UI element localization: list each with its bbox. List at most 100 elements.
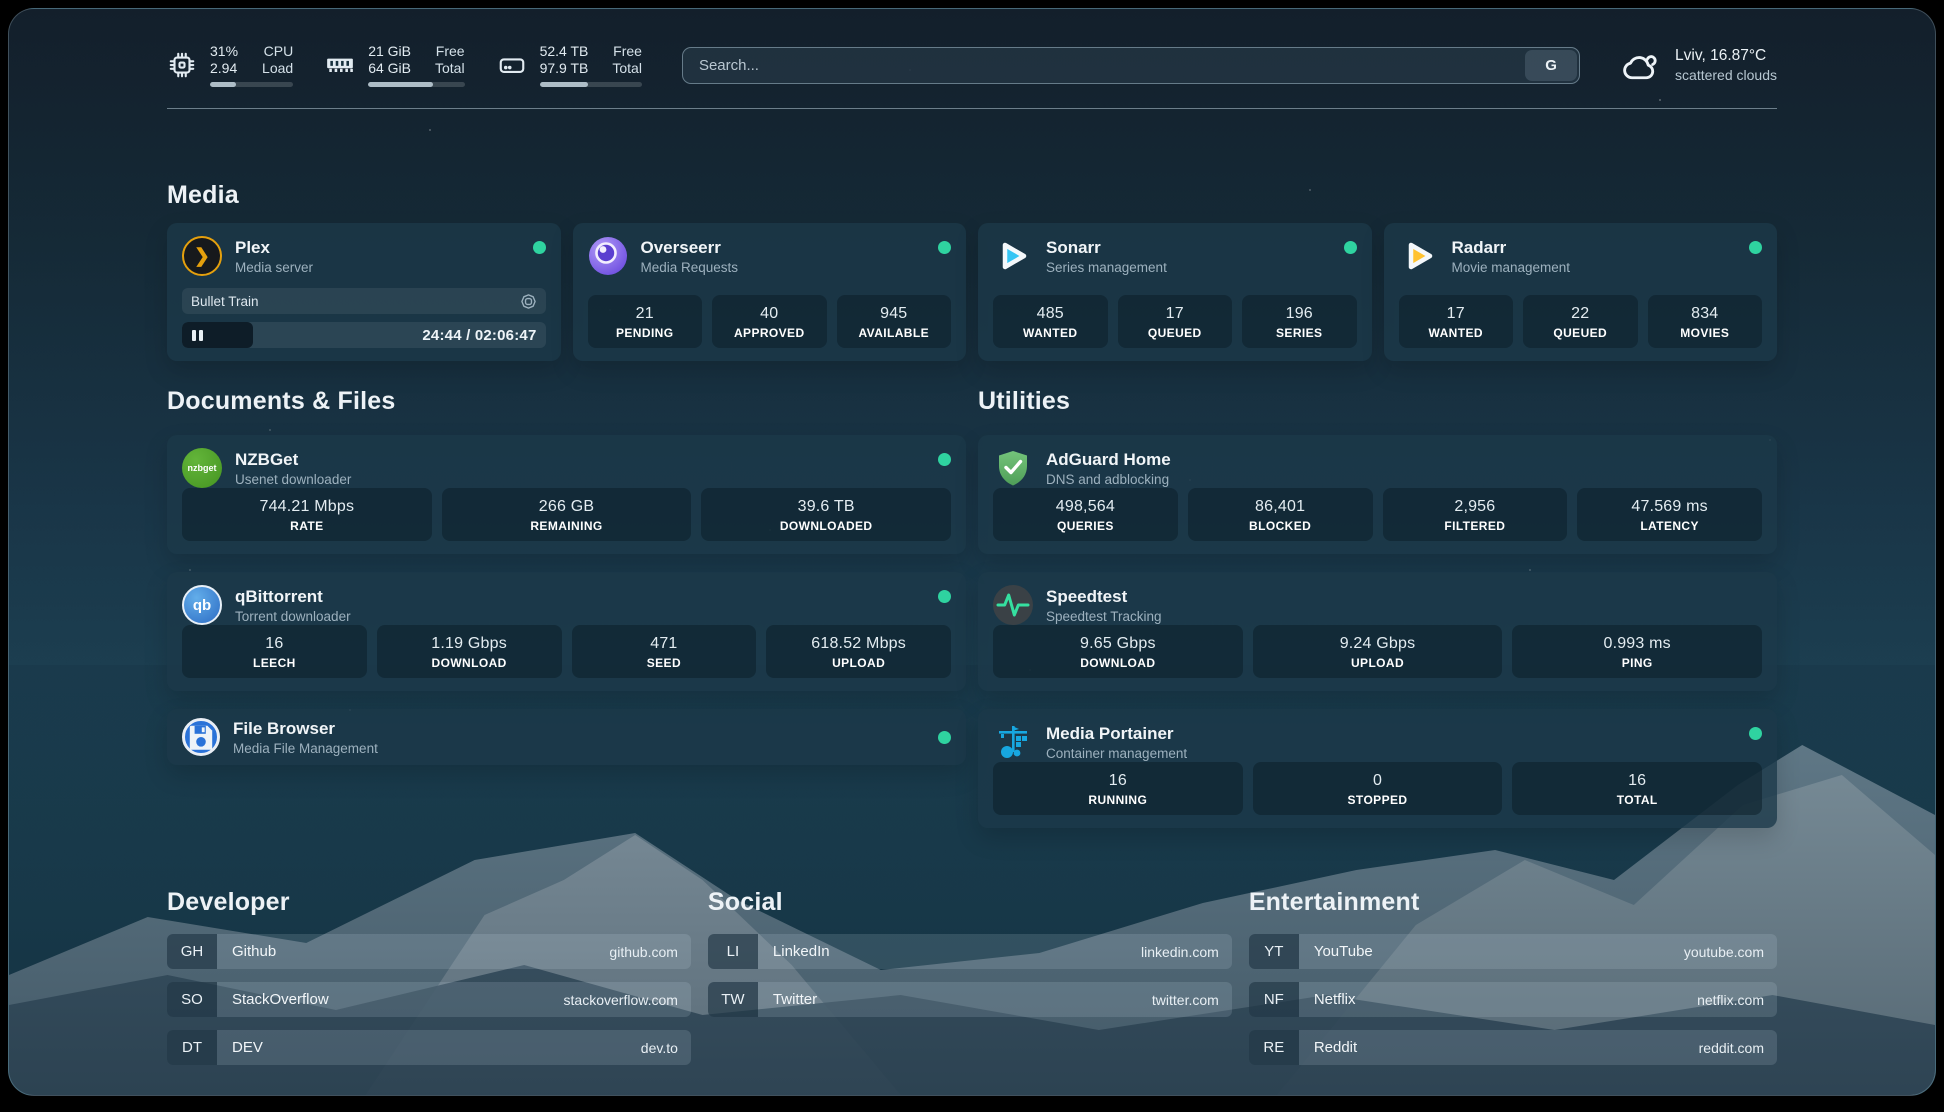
cpu-load-value: 2.94 xyxy=(210,60,238,77)
portainer-icon xyxy=(993,722,1033,762)
bookmarks: Developer GH Github github.com SO StackO… xyxy=(167,888,1777,1065)
memory-total-value: 64 GiB xyxy=(368,60,411,77)
service-card-sonarr[interactable]: Sonarr Series management 485 WANTED 17 Q… xyxy=(978,223,1372,361)
memory-progress-fill xyxy=(368,82,433,87)
memory-free-label: Free xyxy=(435,43,465,60)
bookmark-abbr: SO xyxy=(167,982,217,1017)
stat-total: 16 TOTAL xyxy=(1512,762,1762,815)
service-card-radarr[interactable]: Radarr Movie management 17 WANTED 22 QUE… xyxy=(1384,223,1778,361)
memory-widget: 21 GiB 64 GiB Free Total xyxy=(325,43,464,87)
status-dot xyxy=(938,241,951,254)
status-dot xyxy=(1344,241,1357,254)
memory-total-label: Total xyxy=(435,60,465,77)
bookmark-abbr: RE xyxy=(1249,1030,1299,1065)
bookmark-reddit[interactable]: RE Reddit reddit.com xyxy=(1249,1030,1777,1065)
radarr-icon xyxy=(1399,236,1439,276)
status-dot xyxy=(938,731,951,744)
stat-queued: 22 QUEUED xyxy=(1523,295,1638,348)
stat-available: 945 AVAILABLE xyxy=(837,295,952,348)
section-documents: Documents & Files nzbget NZBGet Usenet d… xyxy=(167,387,966,765)
bookmark-url: github.com xyxy=(609,944,690,960)
service-desc: Torrent downloader xyxy=(235,608,351,625)
stat-download: 1.19 Gbps DOWNLOAD xyxy=(377,625,562,678)
bookmark-dev[interactable]: DT DEV dev.to xyxy=(167,1030,691,1065)
cpu-icon xyxy=(167,50,197,80)
status-dot xyxy=(1749,241,1762,254)
service-desc: Container management xyxy=(1046,745,1187,762)
weather-widget: Lviv, 16.87°C scattered clouds xyxy=(1620,46,1777,84)
bookmark-youtube[interactable]: YT YouTube youtube.com xyxy=(1249,934,1777,969)
pause-icon xyxy=(192,330,203,341)
service-name: NZBGet xyxy=(235,449,351,470)
service-card-portainer[interactable]: Media Portainer Container management 16 … xyxy=(978,709,1777,828)
bookmark-url: twitter.com xyxy=(1152,992,1232,1008)
disk-total-label: Total xyxy=(612,60,642,77)
cloud-icon xyxy=(1620,48,1662,82)
bookmark-netflix[interactable]: NF Netflix netflix.com xyxy=(1249,982,1777,1017)
stat-approved: 40 APPROVED xyxy=(712,295,827,348)
cpu-usage-value: 31% xyxy=(210,43,238,60)
service-card-adguard[interactable]: AdGuard Home DNS and adblocking 498,564 … xyxy=(978,435,1777,554)
stat-remaining: 266 GB REMAINING xyxy=(442,488,692,541)
bookmark-abbr: DT xyxy=(167,1030,217,1065)
stat-ping: 0.993 ms PING xyxy=(1512,625,1762,678)
service-card-overseerr[interactable]: Overseerr Media Requests 21 PENDING 40 A… xyxy=(573,223,967,361)
now-playing-title: Bullet Train xyxy=(191,294,520,309)
bookmark-abbr: TW xyxy=(708,982,758,1017)
stat-upload: 9.24 Gbps UPLOAD xyxy=(1253,625,1503,678)
service-desc: DNS and adblocking xyxy=(1046,471,1171,488)
now-playing-view-icon[interactable] xyxy=(520,293,537,310)
search-input[interactable] xyxy=(682,47,1580,84)
bookmark-abbr: GH xyxy=(167,934,217,969)
bookmark-group-social: Social LI LinkedIn linkedin.com TW Twitt… xyxy=(708,888,1232,1065)
stat-seed: 471 SEED xyxy=(572,625,757,678)
bookmark-group-developer: Developer GH Github github.com SO StackO… xyxy=(167,888,691,1065)
search-bar: G xyxy=(682,47,1580,84)
bookmark-group-title: Developer xyxy=(167,888,691,917)
weather-location-temp: Lviv, 16.87°C xyxy=(1675,46,1777,66)
service-desc: Media File Management xyxy=(233,740,378,757)
search-provider-button[interactable]: G xyxy=(1525,50,1577,81)
bookmark-url: linkedin.com xyxy=(1141,944,1232,960)
speedtest-icon xyxy=(993,585,1033,625)
bookmark-abbr: NF xyxy=(1249,982,1299,1017)
resource-widgets: 31% 2.94 CPU Load xyxy=(167,43,642,87)
disk-free-value: 52.4 TB xyxy=(540,43,589,60)
stat-wanted: 17 WANTED xyxy=(1399,295,1514,348)
service-name: Speedtest xyxy=(1046,586,1162,607)
memory-progress-track xyxy=(368,82,464,87)
stat-downloaded: 39.6 TB DOWNLOADED xyxy=(701,488,951,541)
section-media: Media ❯ Plex Media server Bullet Train xyxy=(167,181,1777,361)
service-desc: Series management xyxy=(1046,259,1167,276)
cpu-usage-label: CPU xyxy=(262,43,293,60)
bookmark-linkedin[interactable]: LI LinkedIn linkedin.com xyxy=(708,934,1232,969)
service-card-filebrowser[interactable]: File Browser Media File Management xyxy=(167,709,966,765)
service-desc: Movie management xyxy=(1452,259,1571,276)
top-bar: 31% 2.94 CPU Load xyxy=(167,43,1777,87)
status-dot xyxy=(938,453,951,466)
stat-download: 9.65 Gbps DOWNLOAD xyxy=(993,625,1243,678)
bookmark-github[interactable]: GH Github github.com xyxy=(167,934,691,969)
bookmark-name: Github xyxy=(217,943,609,960)
service-desc: Media Requests xyxy=(641,259,739,276)
bookmark-stackoverflow[interactable]: SO StackOverflow stackoverflow.com xyxy=(167,982,691,1017)
service-name: Sonarr xyxy=(1046,237,1167,258)
service-card-nzbget[interactable]: nzbget NZBGet Usenet downloader 744.21 M… xyxy=(167,435,966,554)
service-card-speedtest[interactable]: Speedtest Speedtest Tracking 9.65 Gbps D… xyxy=(978,572,1777,691)
bookmark-twitter[interactable]: TW Twitter twitter.com xyxy=(708,982,1232,1017)
status-dot xyxy=(1749,727,1762,740)
stat-leech: 16 LEECH xyxy=(182,625,367,678)
bookmark-name: YouTube xyxy=(1299,943,1684,960)
service-desc: Usenet downloader xyxy=(235,471,351,488)
cpu-progress-track xyxy=(210,82,293,87)
bookmark-name: LinkedIn xyxy=(758,943,1141,960)
disk-total-value: 97.9 TB xyxy=(540,60,589,77)
bookmark-name: Reddit xyxy=(1299,1039,1699,1056)
bookmark-name: Twitter xyxy=(758,991,1152,1008)
service-card-plex[interactable]: ❯ Plex Media server Bullet Train xyxy=(167,223,561,361)
service-name: qBittorrent xyxy=(235,586,351,607)
stat-rate: 744.21 Mbps RATE xyxy=(182,488,432,541)
bookmark-url: stackoverflow.com xyxy=(564,992,691,1008)
service-card-qbittorrent[interactable]: qb qBittorrent Torrent downloader 16 LEE… xyxy=(167,572,966,691)
stat-movies: 834 MOVIES xyxy=(1648,295,1763,348)
